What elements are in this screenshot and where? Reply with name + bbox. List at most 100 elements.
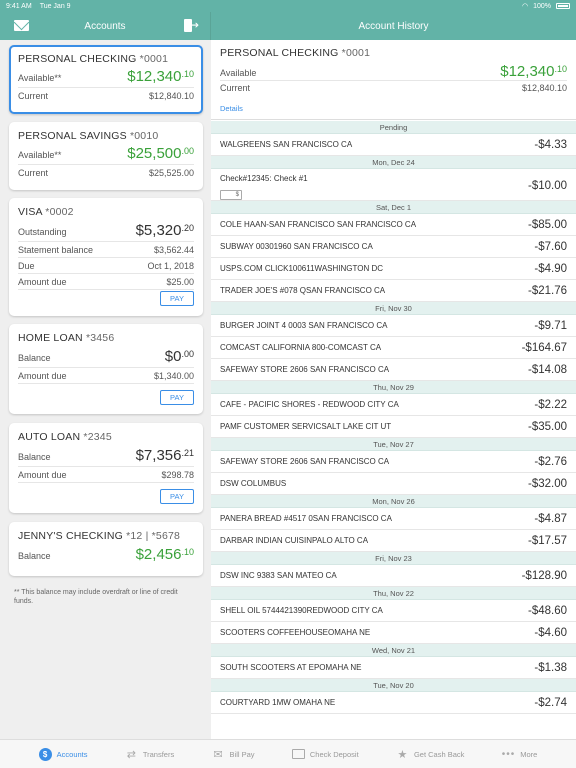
details-link[interactable]: Details (220, 104, 243, 113)
transaction-description: USPS.COM CLICK100611WASHINGTON DC (220, 264, 384, 273)
date-section-header: Thu, Nov 29 (211, 381, 576, 394)
wifi-icon: ◠ (521, 3, 529, 10)
transaction-description: SAFEWAY STORE 2606 SAN FRANCISCO CA (220, 457, 390, 466)
balance-row: Balance $7,356.21 (18, 447, 194, 467)
account-title: PERSONAL SAVINGS *0010 (18, 130, 159, 142)
date-section-header: Fri, Nov 23 (211, 552, 576, 565)
logout-icon[interactable]: ➔ (184, 19, 199, 32)
transaction-row[interactable]: SAFEWAY STORE 2606 SAN FRANCISCO CA -$2.7… (211, 451, 576, 473)
statement-balance-row: Statement balance $3,562.44 (18, 245, 194, 258)
transaction-amount: -$4.33 (534, 138, 567, 151)
transaction-row[interactable]: SOUTH SCOOTERS AT EPOMAHA NE -$1.38 (211, 657, 576, 679)
summary-available-row: Available $12,340.10 (220, 63, 567, 81)
date-section-header: Sat, Dec 1 (211, 201, 576, 214)
tab-get-cash-back[interactable]: ★ Get Cash Back (396, 748, 465, 761)
transaction-amount: -$2.22 (534, 398, 567, 411)
transaction-description: DARBAR INDIAN CUISINPALO ALTO CA (220, 536, 369, 545)
account-summary: PERSONAL CHECKING *0001 Available $12,34… (211, 40, 576, 120)
date-section-header: Thu, Nov 22 (211, 587, 576, 600)
status-time: 9:41 AM (6, 2, 32, 10)
transaction-row[interactable]: DARBAR INDIAN CUISINPALO ALTO CA -$17.57 (211, 530, 576, 552)
summary-title: PERSONAL CHECKING *0001 (220, 47, 371, 59)
transaction-row[interactable]: COURTYARD 1MW OMAHA NE -$2.74 (211, 692, 576, 714)
transaction-amount: -$164.67 (521, 341, 567, 354)
amount-due-row: Amount due $298.78 (18, 470, 194, 483)
transaction-description: TRADER JOE'S #078 QSAN FRANCISCO CA (220, 286, 386, 295)
transaction-description: DSW INC 9383 SAN MATEO CA (220, 571, 337, 580)
account-card-personal-savings[interactable]: PERSONAL SAVINGS *0010 Available** $25,5… (9, 122, 203, 190)
outstanding-row: Outstanding $5,320.20 (18, 222, 194, 242)
transaction-amount: -$9.71 (534, 319, 567, 332)
account-card-auto-loan[interactable]: AUTO LOAN *2345 Balance $7,356.21 Amount… (9, 423, 203, 513)
date-section-header: Mon, Dec 24 (211, 156, 576, 169)
transaction-row[interactable]: COMCAST CALIFORNIA 800-COMCAST CA -$164.6… (211, 337, 576, 359)
transaction-description: SAFEWAY STORE 2606 SAN FRANCISCO CA (220, 365, 390, 374)
transaction-description: COURTYARD 1MW OMAHA NE (220, 698, 336, 707)
account-title: AUTO LOAN *2345 (18, 431, 112, 443)
transaction-row[interactable]: Check#12345: Check #1 $ -$10.00 (211, 169, 576, 201)
tab-bill-pay[interactable]: ✉ Bill Pay (212, 748, 254, 761)
accounts-list: PERSONAL CHECKING *0001 Available** $12,… (0, 40, 211, 739)
transaction-row[interactable]: PANERA BREAD #4517 0SAN FRANCISCO CA -$4.… (211, 508, 576, 530)
transaction-amount: -$85.00 (527, 218, 567, 231)
status-bar: 9:41 AM Tue Jan 9 ◠ 100% (0, 0, 576, 12)
current-row: Current $25,525.00 (18, 168, 194, 178)
bill-pay-icon: ✉ (213, 748, 223, 761)
account-history-pane: PERSONAL CHECKING *0001 Available $12,34… (211, 40, 576, 739)
transaction-row[interactable]: DSW INC 9383 SAN MATEO CA -$128.90 (211, 565, 576, 587)
pay-button[interactable]: PAY (160, 489, 194, 504)
tab-more[interactable]: ••• More (502, 749, 538, 760)
date-section-header: Tue, Nov 27 (211, 438, 576, 451)
transaction-amount: -$2.74 (534, 696, 567, 709)
account-card-personal-checking[interactable]: PERSONAL CHECKING *0001 Available** $12,… (9, 45, 203, 114)
account-card-jennys-checking[interactable]: JENNY'S CHECKING *12 | *5678 Balance $2,… (9, 522, 203, 576)
transaction-row[interactable]: TRADER JOE'S #078 QSAN FRANCISCO CA -$21.… (211, 280, 576, 302)
transaction-description: CAFE - PACIFIC SHORES - REDWOOD CITY CA (220, 400, 399, 409)
transaction-row[interactable]: COLE HAAN-SAN FRANCISCO SAN FRANCISCO CA… (211, 214, 576, 236)
account-card-visa[interactable]: VISA *0002 Outstanding $5,320.20 Stateme… (9, 198, 203, 316)
check-image-icon[interactable]: $ (220, 190, 242, 200)
tab-check-deposit[interactable]: Check Deposit (291, 748, 359, 761)
transaction-amount: -$4.90 (534, 262, 567, 275)
transaction-row[interactable]: DSW COLUMBUS -$32.00 (211, 473, 576, 495)
transaction-row[interactable]: SHELL OIL 5744421390REDWOOD CITY CA -$48.… (211, 600, 576, 622)
account-card-home-loan[interactable]: HOME LOAN *3456 Balance $0.00 Amount due… (9, 324, 203, 414)
transaction-row[interactable]: WALGREENS SAN FRANCISCO CA -$4.33 (211, 134, 576, 156)
check-deposit-icon (291, 748, 305, 761)
date-section-header: Mon, Nov 26 (211, 495, 576, 508)
account-history-title: Account History (358, 20, 429, 32)
transaction-row[interactable]: SUBWAY 00301960 SAN FRANCISCO CA -$7.60 (211, 236, 576, 258)
transaction-amount: -$7.60 (534, 240, 567, 253)
battery-icon (556, 3, 570, 9)
transaction-description: SCOOTERS COFFEEHOUSEOMAHA NE (220, 628, 371, 637)
transaction-description: SHELL OIL 5744421390REDWOOD CITY CA (220, 606, 383, 615)
balance-footnote: ** This balance may include overdraft or… (14, 589, 178, 605)
dollar-icon: $ (38, 747, 52, 761)
transaction-row[interactable]: PAMF CUSTOMER SERVICSALT LAKE CIT UT -$35… (211, 416, 576, 438)
due-row: Due Oct 1, 2018 (18, 261, 194, 274)
pay-button[interactable]: PAY (160, 291, 194, 306)
mail-icon[interactable] (14, 20, 29, 31)
transaction-description: Check#12345: Check #1 (220, 174, 308, 183)
account-title: JENNY'S CHECKING *12 | *5678 (18, 530, 181, 542)
transaction-row[interactable]: CAFE - PACIFIC SHORES - REDWOOD CITY CA -… (211, 394, 576, 416)
transaction-amount: -$35.00 (527, 420, 567, 433)
transaction-amount: -$2.76 (534, 455, 567, 468)
transfer-icon: ⇄ (126, 748, 136, 761)
pay-button[interactable]: PAY (160, 390, 194, 405)
date-section-header: Pending (211, 121, 576, 134)
transaction-row[interactable]: SCOOTERS COFFEEHOUSEOMAHA NE -$4.60 (211, 622, 576, 644)
transaction-row[interactable]: SAFEWAY STORE 2606 SAN FRANCISCO CA -$14.… (211, 359, 576, 381)
current-row: Current $12,840.10 (18, 91, 194, 101)
amount-due-row: Amount due $25.00 (18, 277, 194, 290)
available-row: Available** $12,340.10 (18, 68, 194, 88)
star-icon: ★ (397, 748, 408, 761)
tab-accounts[interactable]: $ Accounts (38, 747, 88, 761)
transaction-description: COMCAST CALIFORNIA 800-COMCAST CA (220, 343, 382, 352)
transaction-amount: -$21.76 (527, 284, 567, 297)
transaction-amount: -$17.57 (527, 534, 567, 547)
transaction-row[interactable]: BURGER JOINT 4 0003 SAN FRANCISCO CA -$9.… (211, 315, 576, 337)
transaction-amount: -$10.00 (527, 180, 567, 192)
tab-transfers[interactable]: ⇄ Transfers (125, 748, 175, 761)
transaction-row[interactable]: USPS.COM CLICK100611WASHINGTON DC -$4.90 (211, 258, 576, 280)
